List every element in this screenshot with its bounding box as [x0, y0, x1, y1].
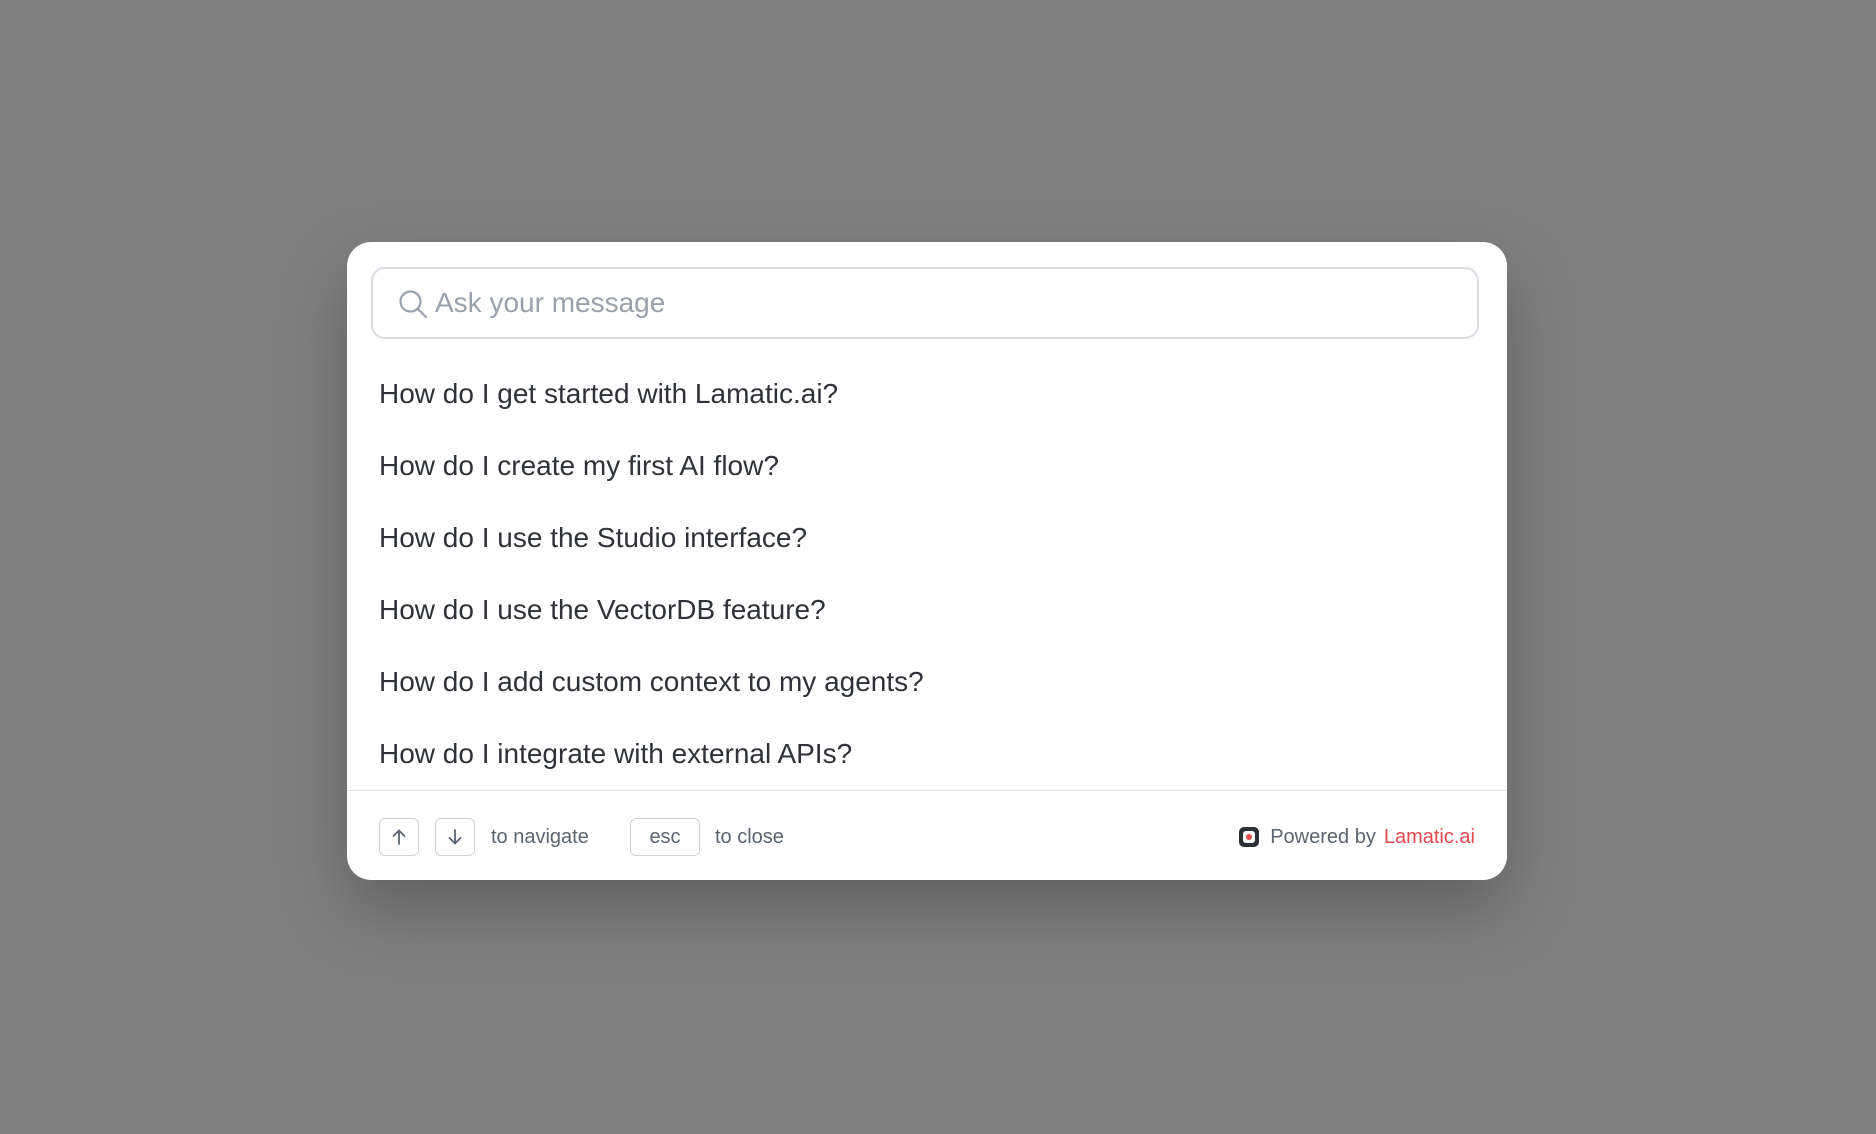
key-down — [435, 818, 475, 856]
powered-by-label: Powered by — [1270, 825, 1376, 848]
search-input[interactable] — [435, 281, 1455, 325]
search-modal: How do I get started with Lamatic.ai? Ho… — [347, 242, 1507, 880]
arrow-down-icon — [448, 829, 462, 845]
suggestion-item[interactable]: How do I use the Studio interface? — [347, 502, 1507, 574]
key-up — [379, 818, 419, 856]
powered-by: Powered by Lamatic.ai — [1237, 818, 1475, 856]
navigate-hint: to navigate — [491, 825, 589, 848]
suggestion-item[interactable]: How do I use the VectorDB feature? — [347, 574, 1507, 646]
suggestion-item[interactable]: How do I create my first AI flow? — [347, 430, 1507, 502]
close-hint: to close — [715, 825, 784, 848]
suggestion-item[interactable]: How do I add custom context to my agents… — [347, 646, 1507, 718]
footer: to navigate esc to close Powered by Lama… — [347, 791, 1507, 880]
suggestion-item[interactable]: How do I integrate with external APIs? — [347, 718, 1507, 790]
arrow-up-icon — [392, 829, 406, 845]
lamatic-logo-icon — [1237, 825, 1261, 849]
suggestion-item[interactable]: How do I get started with Lamatic.ai? — [347, 358, 1507, 430]
key-esc: esc — [630, 818, 700, 856]
search-box[interactable] — [371, 267, 1479, 339]
suggestion-list: How do I get started with Lamatic.ai? Ho… — [347, 358, 1507, 790]
brand-link[interactable]: Lamatic.ai — [1384, 826, 1475, 849]
search-icon — [397, 288, 429, 320]
